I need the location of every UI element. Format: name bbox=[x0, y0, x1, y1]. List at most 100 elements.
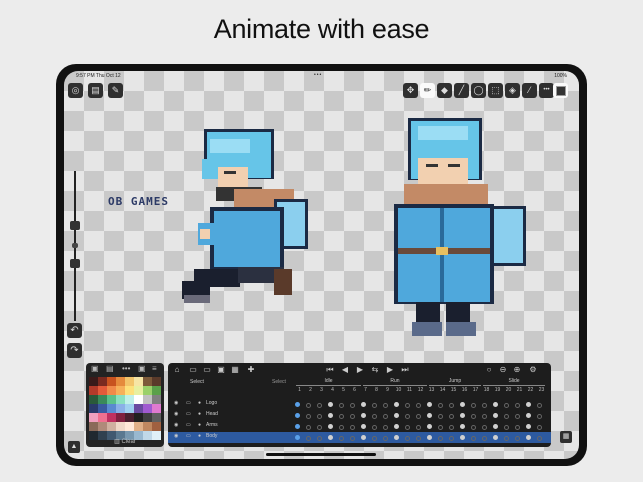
color-swatch[interactable] bbox=[143, 386, 152, 395]
frame-cell[interactable] bbox=[427, 435, 432, 440]
pencil-tool-button[interactable]: ✏ bbox=[420, 83, 435, 98]
visibility-icon[interactable]: ◉ bbox=[174, 422, 178, 428]
more-tool-button[interactable]: ••• bbox=[539, 83, 554, 98]
frame-cell[interactable] bbox=[394, 424, 399, 429]
frame-cell[interactable] bbox=[438, 425, 443, 430]
frame-cell[interactable] bbox=[383, 425, 388, 430]
frame-cell[interactable] bbox=[460, 402, 465, 407]
frame-cell[interactable] bbox=[537, 403, 542, 408]
frame-cell[interactable] bbox=[372, 403, 377, 408]
timeline-new-icon[interactable]: ▭ bbox=[188, 365, 198, 375]
frame-cell[interactable] bbox=[515, 403, 520, 408]
palette-folder-icon[interactable]: ▣ bbox=[91, 364, 99, 373]
frame-number[interactable]: 18 bbox=[482, 387, 491, 393]
frame-cell[interactable] bbox=[482, 403, 487, 408]
first-frame-icon[interactable]: ⏮ bbox=[325, 365, 335, 375]
color-swatch[interactable] bbox=[152, 422, 161, 431]
frame-number[interactable]: 12 bbox=[416, 387, 425, 393]
color-swatch[interactable] bbox=[134, 386, 143, 395]
frame-number[interactable]: 8 bbox=[372, 387, 381, 393]
undo-button[interactable]: ↶ bbox=[67, 323, 82, 338]
fill-tool-button[interactable]: ◈ bbox=[505, 83, 520, 98]
frame-number[interactable]: 15 bbox=[449, 387, 458, 393]
color-swatch[interactable] bbox=[116, 404, 125, 413]
frame-number[interactable]: 9 bbox=[383, 387, 392, 393]
frame-cell[interactable] bbox=[350, 403, 355, 408]
frame-cell[interactable] bbox=[328, 424, 333, 429]
layer-row-logo[interactable]: ◉ ▭ ● Logo bbox=[168, 399, 551, 410]
frame-number[interactable]: 22 bbox=[526, 387, 535, 393]
frame-cell[interactable] bbox=[482, 414, 487, 419]
frame-cell[interactable] bbox=[427, 424, 432, 429]
color-swatch[interactable] bbox=[89, 422, 98, 431]
loop-icon[interactable]: ⇆ bbox=[370, 365, 380, 375]
color-swatch[interactable] bbox=[125, 377, 134, 386]
frame-cell[interactable] bbox=[449, 414, 454, 419]
frame-cell[interactable] bbox=[361, 413, 366, 418]
timeline-add-icon[interactable]: ✚ bbox=[246, 365, 256, 375]
frame-cell[interactable] bbox=[361, 402, 366, 407]
layers-button[interactable]: ◎ bbox=[68, 83, 83, 98]
frame-cell[interactable] bbox=[328, 413, 333, 418]
frame-cell[interactable] bbox=[449, 436, 454, 441]
layer-name[interactable]: Arms bbox=[206, 422, 218, 428]
frame-number[interactable]: 14 bbox=[438, 387, 447, 393]
panel-toggle-button[interactable]: ▦ bbox=[560, 431, 572, 443]
tag-jump[interactable]: Jump bbox=[429, 378, 481, 386]
color-swatch[interactable] bbox=[89, 404, 98, 413]
frame-cell[interactable] bbox=[471, 403, 476, 408]
frame-cell[interactable] bbox=[493, 435, 498, 440]
layer-name[interactable]: Head bbox=[206, 411, 218, 417]
frame-cell[interactable] bbox=[504, 403, 509, 408]
color-swatch[interactable] bbox=[152, 377, 161, 386]
frame-number[interactable]: 21 bbox=[515, 387, 524, 393]
frame-cell[interactable] bbox=[317, 403, 322, 408]
color-swatch[interactable] bbox=[116, 413, 125, 422]
frame-cell[interactable] bbox=[537, 414, 542, 419]
frame-cell[interactable] bbox=[493, 424, 498, 429]
frame-cell[interactable] bbox=[350, 436, 355, 441]
frame-number[interactable]: 16 bbox=[460, 387, 469, 393]
frame-number[interactable]: 7 bbox=[361, 387, 370, 393]
add-frame-icon[interactable]: ⊕ bbox=[512, 365, 522, 375]
frame-cell[interactable] bbox=[317, 436, 322, 441]
layer-row-body[interactable]: ◉ ▭ ● Body bbox=[168, 432, 551, 443]
color-swatch[interactable] bbox=[107, 377, 116, 386]
frame-cell[interactable] bbox=[372, 425, 377, 430]
timeline-home-icon[interactable]: ⌂ bbox=[172, 365, 182, 375]
clear-button[interactable]: ▥ Clear bbox=[86, 438, 164, 445]
visibility-icon[interactable]: ◉ bbox=[174, 433, 178, 439]
tag-idle[interactable]: Idle bbox=[296, 378, 361, 386]
color-swatch[interactable] bbox=[125, 395, 134, 404]
frame-cell[interactable] bbox=[449, 425, 454, 430]
color-swatch[interactable] bbox=[89, 413, 98, 422]
layer-lock-icon[interactable]: ▭ bbox=[186, 400, 191, 406]
line-tool-button[interactable]: ╱ bbox=[454, 83, 469, 98]
color-swatch[interactable] bbox=[107, 422, 116, 431]
visibility-icon[interactable]: ◉ bbox=[174, 411, 178, 417]
color-swatch[interactable] bbox=[125, 404, 134, 413]
frame-number[interactable]: 11 bbox=[405, 387, 414, 393]
frame-cell[interactable] bbox=[537, 425, 542, 430]
wrench-button[interactable]: ✎ bbox=[108, 83, 123, 98]
frame-cell[interactable] bbox=[306, 436, 311, 441]
color-swatch[interactable] bbox=[125, 386, 134, 395]
frame-cell[interactable] bbox=[460, 424, 465, 429]
frame-cell[interactable] bbox=[515, 425, 520, 430]
frame-cell[interactable] bbox=[504, 425, 509, 430]
frame-number[interactable]: 10 bbox=[394, 387, 403, 393]
select-rect-tool-button[interactable]: ⬚ bbox=[488, 83, 503, 98]
frame-cell[interactable] bbox=[471, 436, 476, 441]
frame-cell[interactable] bbox=[515, 414, 520, 419]
frame-cell[interactable] bbox=[361, 435, 366, 440]
frame-cell[interactable] bbox=[317, 425, 322, 430]
frame-cell[interactable] bbox=[405, 436, 410, 441]
frame-cell[interactable] bbox=[350, 425, 355, 430]
frame-number[interactable]: 3 bbox=[317, 387, 326, 393]
timeline-circle-icon[interactable]: ○ bbox=[484, 365, 494, 375]
slider-knob-opacity[interactable] bbox=[70, 259, 80, 268]
frame-cell[interactable] bbox=[416, 403, 421, 408]
tag-slide[interactable]: Slide bbox=[483, 378, 545, 386]
frame-cell[interactable] bbox=[438, 403, 443, 408]
frame-cell[interactable] bbox=[350, 414, 355, 419]
